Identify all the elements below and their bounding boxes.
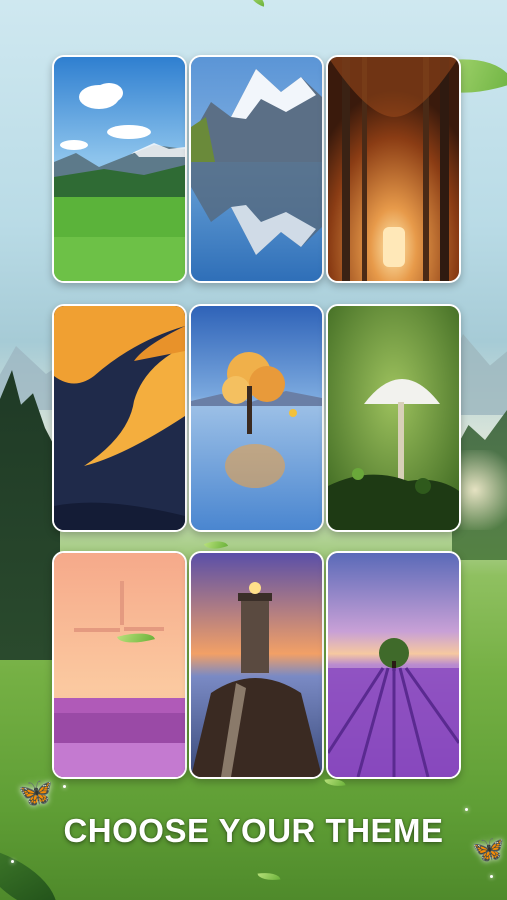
theme-card-lavender-field[interactable] <box>326 551 461 779</box>
theme-card-lone-tree-lake[interactable] <box>189 304 324 532</box>
theme-card-mountain-lake[interactable] <box>189 55 324 283</box>
theme-card-alpine-meadow[interactable] <box>52 55 187 283</box>
butterfly-icon: 🦋 <box>18 777 53 808</box>
leaf-decoration <box>246 0 268 7</box>
background-forest <box>0 370 60 660</box>
sparkle <box>63 785 66 788</box>
theme-card-white-mushroom[interactable] <box>326 304 461 532</box>
leaf-decoration <box>0 847 69 900</box>
theme-card-lighthouse[interactable] <box>189 551 324 779</box>
theme-card-desert-dunes[interactable] <box>52 304 187 532</box>
theme-card-autumn-forest[interactable] <box>326 55 461 283</box>
sparkle <box>11 860 14 863</box>
sparkle <box>490 875 493 878</box>
theme-picker-screen: 🦋 🦋 CHOOSE YOUR THEME <box>0 0 507 900</box>
theme-card-windmill-sunset[interactable] <box>52 551 187 779</box>
sparkle <box>465 808 468 811</box>
leaf-decoration <box>257 870 281 883</box>
page-title: CHOOSE YOUR THEME <box>63 812 444 849</box>
theme-grid <box>52 55 461 779</box>
